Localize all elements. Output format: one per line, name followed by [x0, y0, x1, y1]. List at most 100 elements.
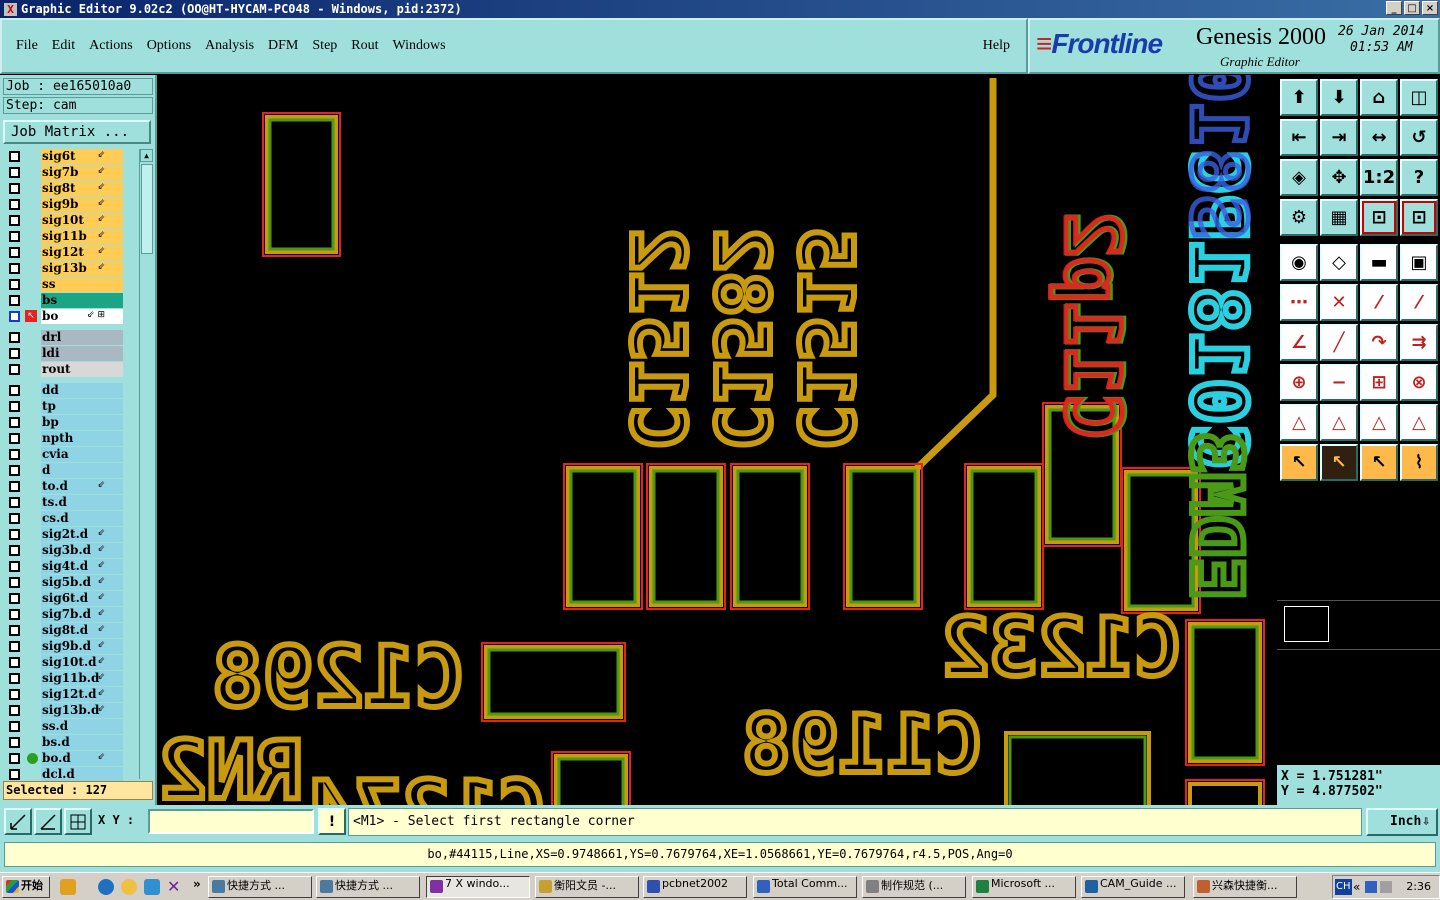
layer-row-d[interactable]: d	[3, 463, 139, 479]
layer-name[interactable]: sig8t ⇙	[41, 181, 123, 196]
layer-name[interactable]: sig6t.d ⇙	[41, 591, 123, 606]
layer-name[interactable]: ss.d	[41, 719, 123, 734]
layer-row-bs[interactable]: bs	[3, 293, 139, 309]
layer-name[interactable]: sig9b.d ⇙	[41, 639, 123, 654]
layer-row-npth[interactable]: npth	[3, 431, 139, 447]
layer-checkbox[interactable]	[9, 609, 20, 620]
help-query-icon[interactable]: ?	[1400, 159, 1438, 196]
layer-name[interactable]: sig13b ⇙	[41, 261, 123, 276]
layer-row-cs-d[interactable]: cs.d	[3, 511, 139, 527]
minus-icon[interactable]: −	[1320, 364, 1358, 401]
settings-icon[interactable]: ⚙	[1280, 199, 1318, 236]
menu-step[interactable]: Step	[312, 38, 337, 54]
taskbar-item[interactable]: 快捷方式 ...	[316, 876, 420, 898]
layer-row-ss-d[interactable]: ss.d	[3, 719, 139, 735]
snap-red-icon[interactable]: ⊡	[1400, 199, 1438, 236]
scroll-up-arrow-icon[interactable]: ▲	[140, 149, 153, 162]
grid-icon[interactable]: ▦	[1320, 199, 1358, 236]
layer-checkbox[interactable]	[9, 231, 20, 242]
layer-checkbox[interactable]	[9, 263, 20, 274]
taskbar-item[interactable]: 快捷方式 ...	[208, 876, 312, 898]
layer-checkbox[interactable]	[9, 417, 20, 428]
layer-name[interactable]: ts.d	[41, 495, 123, 510]
layer-row-sig7b-d[interactable]: sig7b.d ⇙	[3, 607, 139, 623]
taskbar-item[interactable]: 制作规范 (...	[862, 876, 966, 898]
layer-name[interactable]: ss	[41, 277, 123, 292]
layer-name[interactable]: sig13b.d ⇙	[41, 703, 123, 718]
triangle-b-icon[interactable]: △	[1360, 404, 1398, 441]
language-indicator[interactable]: CH	[1335, 879, 1352, 895]
triangle-a-icon[interactable]: △	[1320, 404, 1358, 441]
layer-checkbox[interactable]	[9, 625, 20, 636]
layer-checkbox[interactable]	[9, 167, 20, 178]
triangle-icon[interactable]: △	[1280, 404, 1318, 441]
pointer-active-icon[interactable]: ↖	[1320, 444, 1358, 481]
layer-row-ts-d[interactable]: ts.d	[3, 495, 139, 511]
layer-name[interactable]: sig9b ⇙	[41, 197, 123, 212]
layer-name[interactable]: dd	[41, 383, 123, 398]
menu-windows[interactable]: Windows	[393, 38, 446, 54]
start-button[interactable]: 开始	[2, 876, 50, 898]
zoom-center-icon[interactable]: ✥	[1320, 159, 1358, 196]
menu-analysis[interactable]: Analysis	[205, 38, 254, 54]
arc-icon[interactable]: ↷	[1360, 324, 1398, 361]
layer-name[interactable]: bo.d ⇙	[41, 751, 123, 766]
menu-edit[interactable]: Edit	[52, 38, 75, 54]
layer-name[interactable]: ldi	[41, 346, 123, 361]
layer-name[interactable]: d	[41, 463, 123, 478]
trace-line[interactable]	[912, 78, 997, 473]
layer-row-bo[interactable]: ↖ bo ⇙ ⊞	[3, 309, 139, 325]
unit-selector[interactable]: Inch ⇩	[1366, 808, 1438, 836]
taskbar-item[interactable]: Total Comm...	[753, 876, 857, 898]
alert-icon[interactable]: !	[318, 808, 346, 835]
layer-checkbox[interactable]	[9, 737, 20, 748]
layer-name[interactable]: bp	[41, 415, 123, 430]
layer-row-bs-d[interactable]: bs.d	[3, 735, 139, 751]
measure-icon[interactable]: ⊞	[1360, 364, 1398, 401]
layer-name[interactable]: npth	[41, 431, 123, 446]
layer-name[interactable]: sig10t.d ⇙	[41, 655, 123, 670]
group-icon[interactable]: ⊗	[1400, 364, 1438, 401]
snap-icon[interactable]: ⊡	[1360, 199, 1398, 236]
layer-name[interactable]: to.d ⇙	[41, 479, 123, 494]
move-icon[interactable]: ⁄	[1360, 284, 1398, 321]
taskbar-item[interactable]: pcbnet2002	[643, 876, 747, 898]
layer-row-ss[interactable]: ss	[3, 277, 139, 293]
layer-name[interactable]: dcl.d	[41, 767, 123, 782]
layer-checkbox[interactable]	[9, 311, 20, 322]
menu-file[interactable]: File	[16, 38, 38, 54]
layer-row-drl[interactable]: drl	[3, 330, 139, 346]
more-icon[interactable]: »	[193, 877, 201, 891]
layer-row-sig6t[interactable]: sig6t ⇙	[3, 149, 139, 165]
minimize-button[interactable]: _	[1386, 1, 1402, 15]
scale-1-2-icon[interactable]: 1:2	[1360, 159, 1398, 196]
x-app-icon[interactable]: ✕	[167, 877, 180, 896]
layer-checkbox[interactable]	[9, 545, 20, 556]
pointer-alt-icon[interactable]: ↖	[1360, 444, 1398, 481]
layer-row-sig2t-d[interactable]: sig2t.d ⇙	[3, 527, 139, 543]
layer-checkbox[interactable]	[9, 769, 20, 780]
layer-row-cvia[interactable]: cvia	[3, 447, 139, 463]
volume-icon[interactable]	[1380, 881, 1392, 893]
layer-name[interactable]: sig11b.d ⇙	[41, 671, 123, 686]
layer-row-sig11b-d[interactable]: sig11b.d ⇙	[3, 671, 139, 687]
layer-name[interactable]: tp	[41, 399, 123, 414]
layer-checkbox[interactable]	[9, 721, 20, 732]
layer-row-rout[interactable]: rout	[3, 362, 139, 378]
redraw-icon[interactable]: ↺	[1400, 119, 1438, 156]
layer-row-sig10t-d[interactable]: sig10t.d ⇙	[3, 655, 139, 671]
layer-checkbox[interactable]	[9, 753, 20, 764]
delete-icon[interactable]: ✕	[1320, 284, 1358, 321]
layer-checkbox[interactable]	[9, 465, 20, 476]
layer-checkbox[interactable]	[9, 215, 20, 226]
layer-checkbox[interactable]	[9, 641, 20, 652]
fit-icon[interactable]: ◈	[1280, 159, 1318, 196]
layer-checkbox[interactable]	[9, 332, 20, 343]
menu-actions[interactable]: Actions	[89, 38, 133, 54]
triangle-c-icon[interactable]: △	[1400, 404, 1438, 441]
close-button[interactable]: ×	[1422, 1, 1438, 15]
layer-row-to-d[interactable]: to.d ⇙	[3, 479, 139, 495]
layer-checkbox[interactable]	[9, 689, 20, 700]
layer-checkbox[interactable]	[9, 199, 20, 210]
xy-input[interactable]	[148, 809, 314, 834]
